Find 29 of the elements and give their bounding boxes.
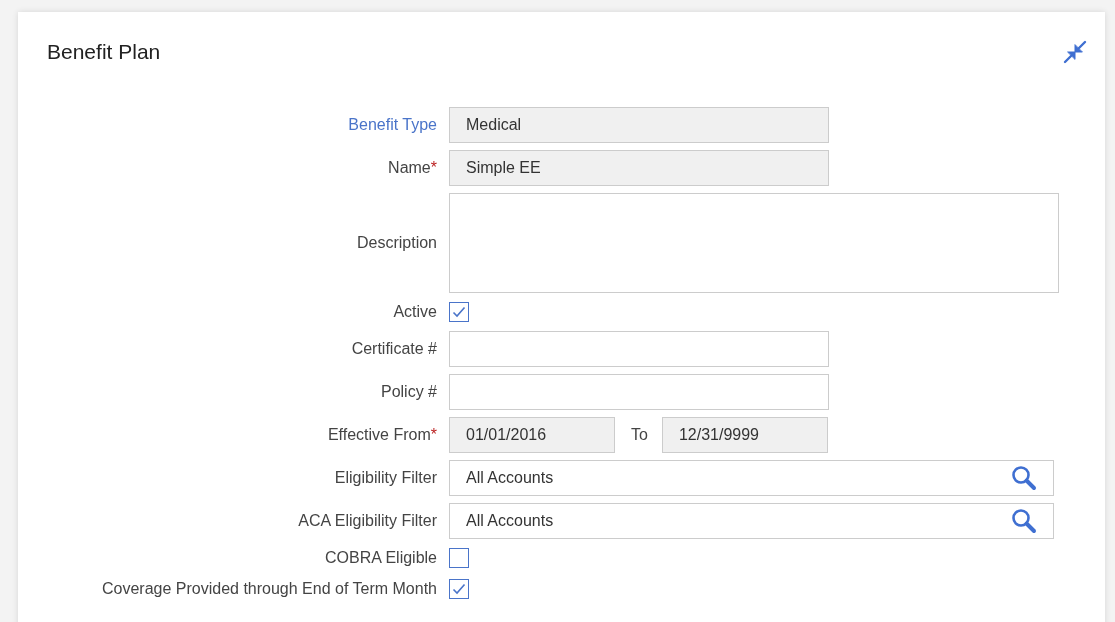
check-icon xyxy=(452,305,466,319)
input-field[interactable] xyxy=(449,331,829,367)
panel-title: Benefit Plan xyxy=(47,39,161,66)
input-field[interactable] xyxy=(449,374,829,410)
field-label: ACA Eligibility Filter xyxy=(297,511,437,531)
checkbox[interactable] xyxy=(449,302,469,322)
date-field[interactable]: 01/01/2016 xyxy=(449,417,615,453)
field-label: Certificate # xyxy=(350,339,437,359)
field-label: Eligibility Filter xyxy=(333,468,437,488)
checkbox[interactable] xyxy=(449,579,469,599)
checkbox[interactable] xyxy=(449,548,469,568)
field-link[interactable]: Benefit Type xyxy=(47,113,437,137)
field-label: Policy # xyxy=(379,382,437,402)
search-icon[interactable] xyxy=(1011,508,1037,534)
field-label: COBRA Eligible xyxy=(323,548,437,568)
field-label: Effective From* xyxy=(326,425,437,445)
field-label: Coverage Provided through End of Term Month xyxy=(101,579,437,599)
date-field[interactable]: 12/31/9999 xyxy=(661,417,828,453)
field-label: Description xyxy=(355,233,437,253)
check-icon xyxy=(452,582,466,596)
input-field[interactable]: Simple EE xyxy=(449,150,829,186)
collapse-icon[interactable] xyxy=(1063,40,1087,64)
date-separator-label: To xyxy=(631,425,648,445)
search-icon[interactable] xyxy=(1011,465,1037,491)
field-label: Name* xyxy=(387,158,437,178)
field-label: Active xyxy=(392,302,437,322)
lookup-field[interactable]: All Accounts xyxy=(449,503,1054,539)
lookup-field[interactable]: All Accounts xyxy=(449,460,1054,496)
input-field[interactable]: Medical xyxy=(449,107,829,143)
